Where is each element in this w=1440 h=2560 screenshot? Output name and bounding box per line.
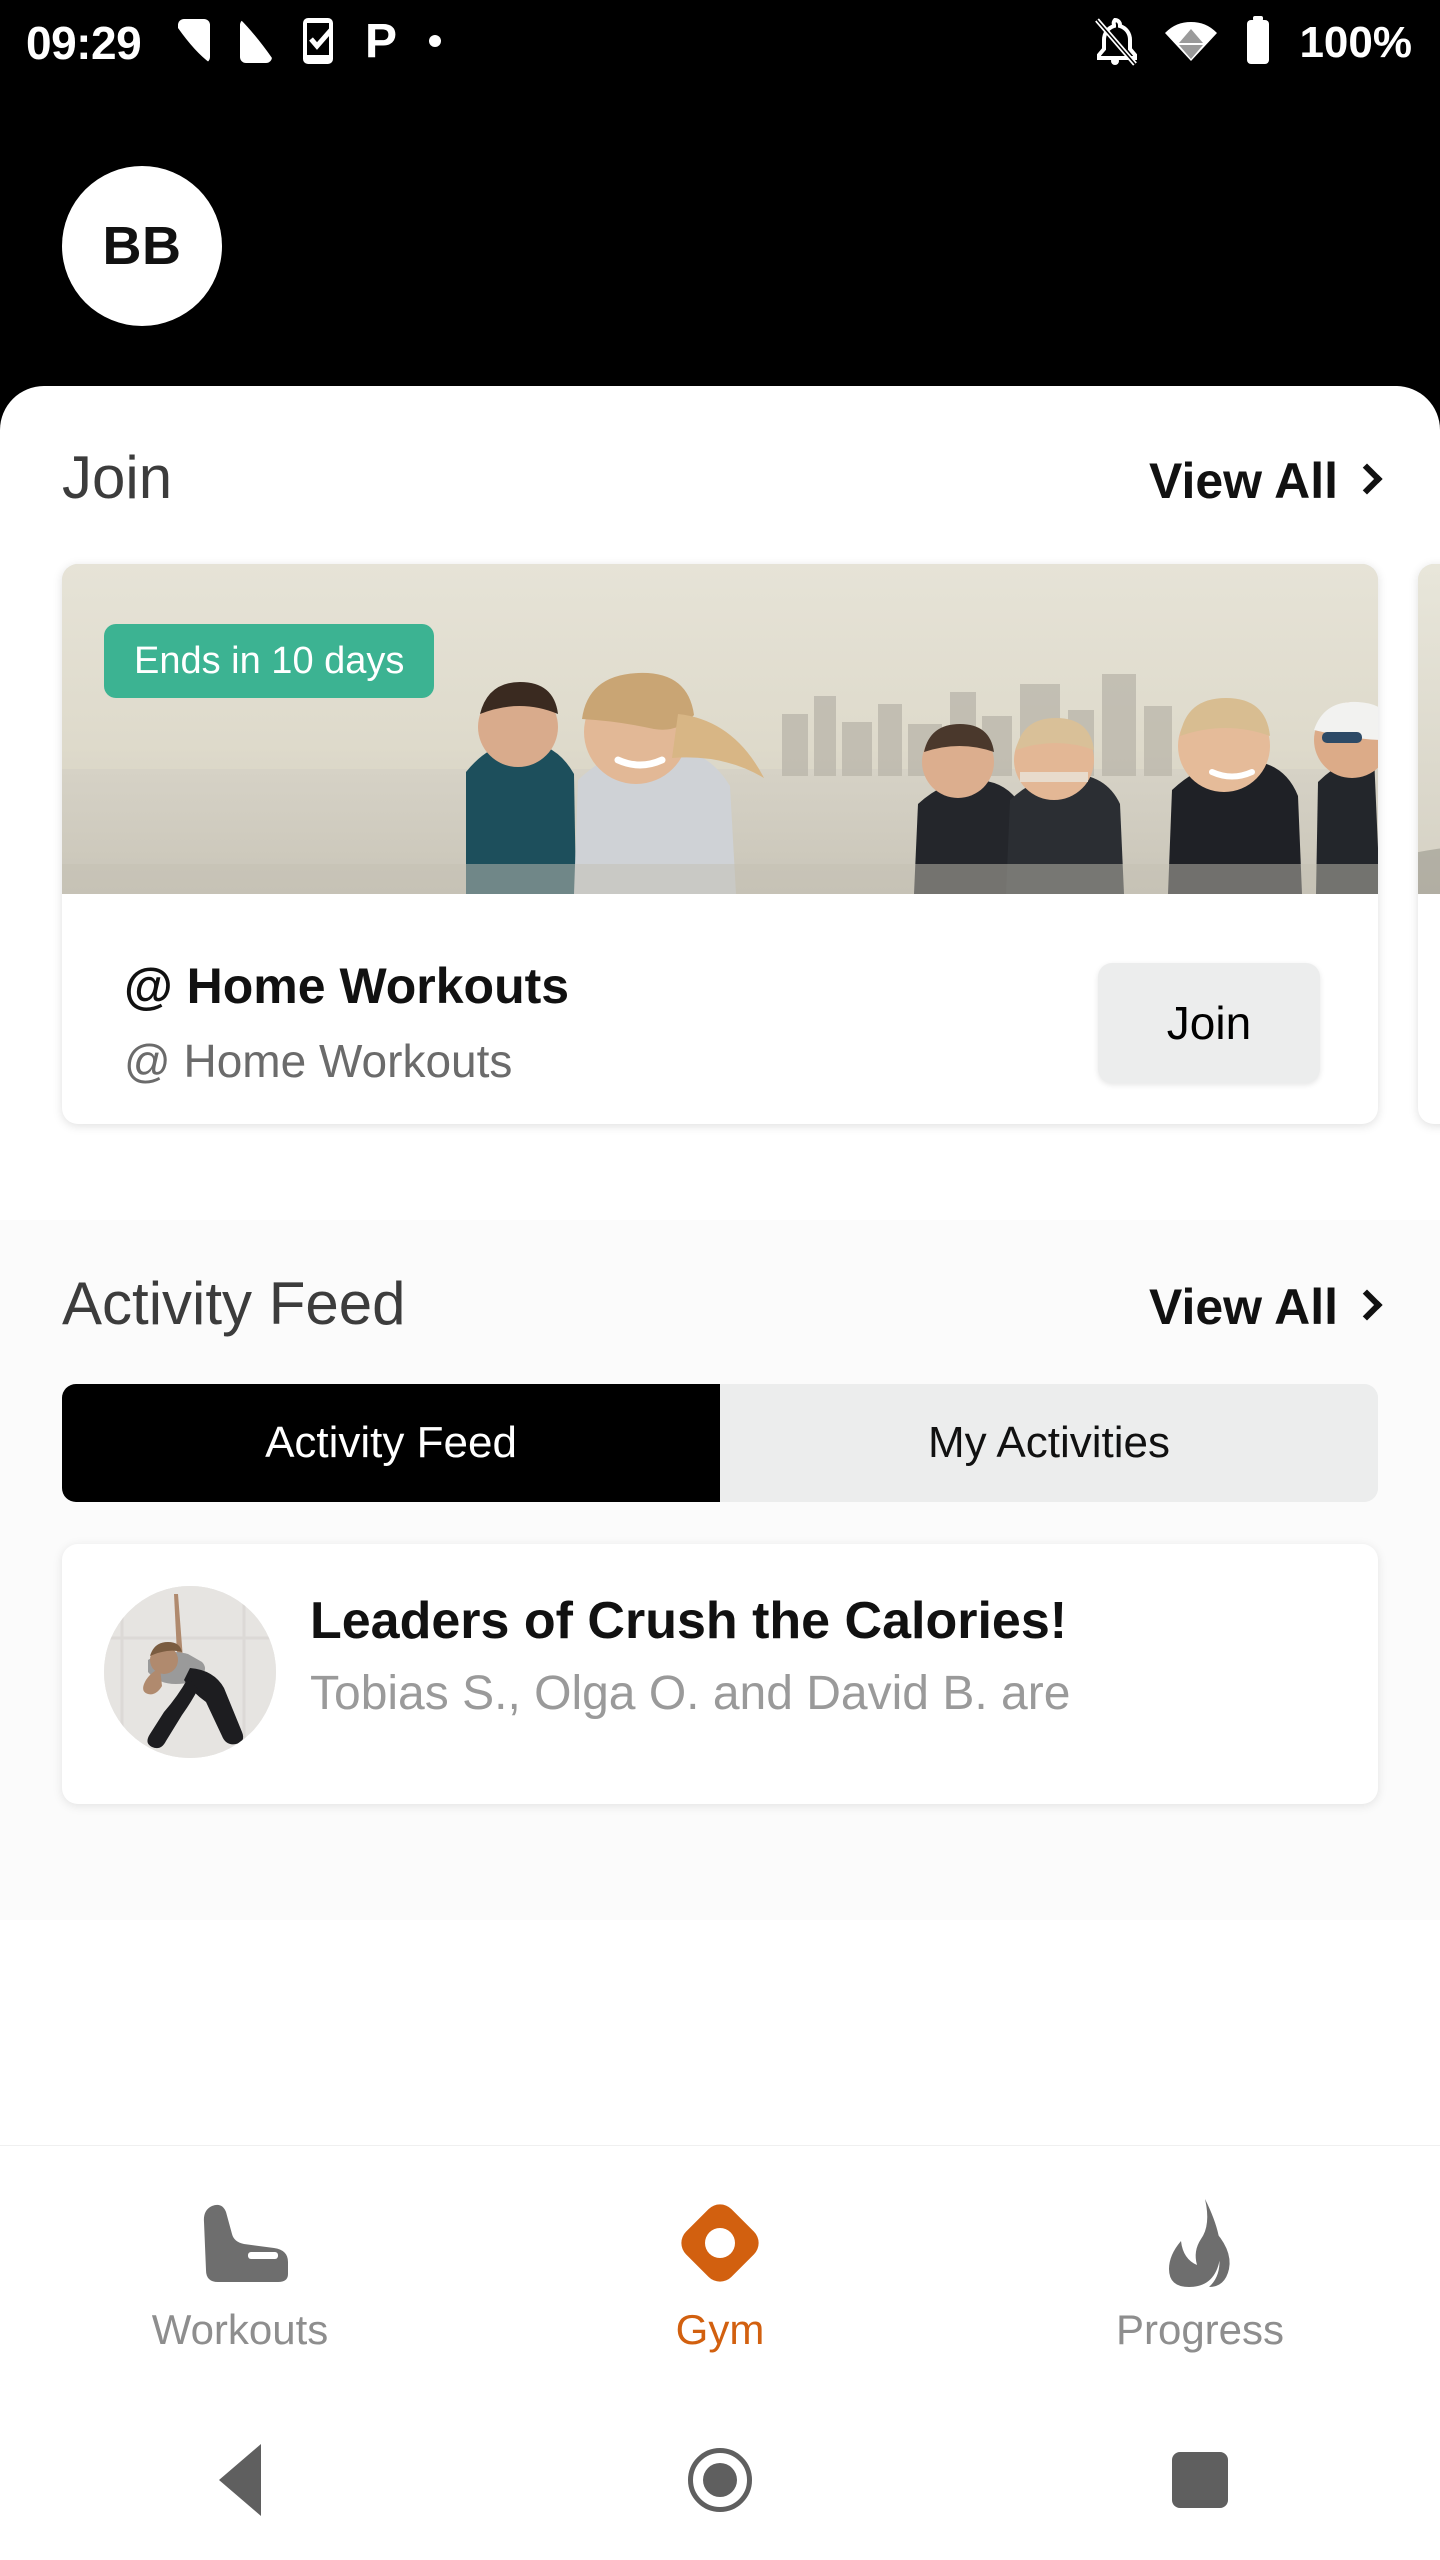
- next-card-photo: [1418, 564, 1440, 894]
- chevron-right-icon: [1351, 1289, 1383, 1321]
- challenge-card-texts: @ Home Workouts @ Home Workouts: [124, 957, 1098, 1088]
- recents-button[interactable]: [1100, 2420, 1300, 2540]
- challenge-card-body-next: [1418, 894, 1440, 1124]
- activity-tab-group[interactable]: Activity Feed My Activities: [62, 1384, 1378, 1502]
- nav-label-progress: Progress: [1115, 2306, 1285, 2353]
- back-button[interactable]: [140, 2420, 340, 2540]
- status-bar: 09:29 P 100%: [0, 0, 1440, 86]
- battery-full-icon: [1243, 15, 1273, 71]
- square-recents-icon: [1172, 2452, 1228, 2508]
- activity-feed-section: Activity Feed View All Activity Feed My …: [0, 1220, 1440, 1920]
- running-shoe-icon: [190, 2195, 290, 2291]
- join-view-all-link[interactable]: View All: [1149, 453, 1383, 509]
- challenge-card-next[interactable]: [1418, 564, 1440, 1124]
- challenge-title: @ Home Workouts: [124, 958, 570, 1015]
- triangle-back-icon: [219, 2444, 261, 2516]
- list-item[interactable]: Leaders of Crush the Calories! Tobias S.…: [62, 1544, 1378, 1804]
- status-system-icons: 100%: [1091, 15, 1412, 71]
- yoga-pose-photo: [104, 1586, 276, 1758]
- nav-item-progress[interactable]: Progress: [962, 2195, 1437, 2351]
- nav-item-workouts[interactable]: Workouts: [2, 2195, 477, 2351]
- nav-item-gym[interactable]: Gym: [482, 2195, 957, 2351]
- tab-my-activities[interactable]: My Activities: [720, 1384, 1378, 1502]
- android-system-nav: [0, 2400, 1440, 2560]
- activity-section-header: Activity Feed View All: [0, 1274, 1440, 1334]
- phone-screen: 09:29 P 100% BB Join View All Ends in 10…: [0, 0, 1440, 2560]
- join-button[interactable]: Join: [1098, 963, 1320, 1083]
- challenge-subtitle: @ Home Workouts: [124, 1035, 513, 1088]
- flame-icon: [1159, 2195, 1241, 2291]
- sim-card-icon: [177, 18, 211, 69]
- gym-diamond-icon: [674, 2195, 766, 2291]
- challenge-hero-image-next: [1418, 564, 1440, 894]
- activity-view-all-link[interactable]: View All: [1149, 1279, 1383, 1335]
- circle-home-icon: [688, 2448, 752, 2512]
- bottom-navigation-bar: Workouts Gym Progress: [0, 2145, 1440, 2400]
- dot-icon: [427, 33, 443, 54]
- avatar[interactable]: BB: [62, 166, 222, 326]
- section-divider: [0, 1124, 1440, 1220]
- nav-label-gym: Gym: [675, 2306, 765, 2353]
- status-clock: 09:29: [26, 17, 142, 69]
- join-challenge-carousel[interactable]: Ends in 10 days @ Home Workouts @ Home W…: [0, 564, 1440, 1124]
- activity-view-all-label: View All: [1149, 1279, 1338, 1335]
- activity-feed-title: Activity Feed: [62, 1270, 406, 1337]
- home-button[interactable]: [620, 2420, 820, 2540]
- p-app-icon: P: [365, 15, 399, 70]
- challenge-card[interactable]: Ends in 10 days @ Home Workouts @ Home W…: [62, 564, 1378, 1124]
- status-badge: Ends in 10 days: [104, 624, 435, 698]
- feed-item-title: Leaders of Crush the Calories!: [310, 1592, 1068, 1650]
- wifi-icon: [1163, 19, 1219, 68]
- battery-percent-label: 100%: [1299, 18, 1412, 67]
- svg-text:P: P: [365, 17, 397, 65]
- sim-card-icon: [239, 18, 273, 69]
- avatar-initials: BB: [102, 216, 182, 276]
- feed-item-subtitle: Tobias S., Olga O. and David B. are: [310, 1666, 1071, 1720]
- tab-activity-feed[interactable]: Activity Feed: [62, 1384, 720, 1502]
- nav-label-workouts: Workouts: [151, 2306, 329, 2353]
- avatar: [104, 1586, 276, 1758]
- tasks-checkmark-icon: [301, 17, 337, 70]
- bell-off-icon: [1091, 16, 1139, 71]
- status-notification-icons: P: [177, 15, 443, 70]
- page-title: Join: [62, 444, 173, 511]
- app-header: BB: [0, 86, 1440, 386]
- runners-photo: [62, 564, 1378, 894]
- join-section-header: Join View All: [0, 448, 1440, 508]
- join-view-all-label: View All: [1149, 453, 1338, 509]
- challenge-card-body: @ Home Workouts @ Home Workouts Join: [62, 894, 1378, 1124]
- chevron-right-icon: [1351, 463, 1383, 495]
- list-item-texts: Leaders of Crush the Calories! Tobias S.…: [310, 1586, 1338, 1764]
- challenge-hero-image: Ends in 10 days: [62, 564, 1378, 894]
